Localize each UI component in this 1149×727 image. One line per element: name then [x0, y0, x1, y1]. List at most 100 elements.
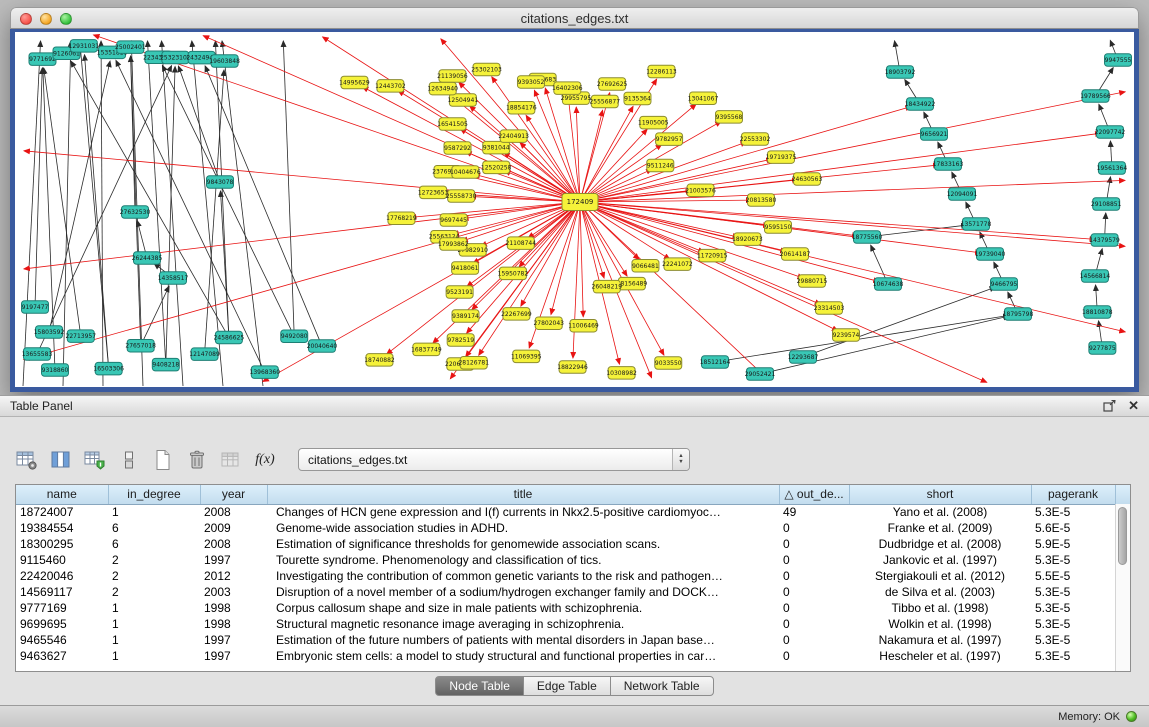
row-options-button[interactable] [114, 446, 144, 473]
column-header-name[interactable]: name [16, 485, 108, 504]
graph-node[interactable]: 9239574 [833, 329, 860, 342]
graph-node[interactable]: 11905005 [638, 116, 669, 129]
graph-node[interactable]: 14566814 [1080, 270, 1111, 283]
cell-year[interactable]: 1997 [200, 552, 267, 568]
graph-node[interactable]: 27632530 [120, 206, 151, 219]
graph-node[interactable]: 172409 [562, 194, 598, 211]
cell-out_degree[interactable]: 0 [779, 520, 849, 536]
table-row[interactable]: 977716911998Corpus callosum shape and si… [16, 600, 1130, 616]
graph-node[interactable]: 9395568 [716, 111, 743, 124]
cell-short[interactable]: Jankovic et al. (1997) [849, 552, 1031, 568]
cell-year[interactable]: 2012 [200, 568, 267, 584]
graph-node[interactable]: 9947555 [1105, 54, 1132, 67]
cell-year[interactable]: 2008 [200, 536, 267, 552]
close-button[interactable] [20, 13, 32, 25]
cell-pagerank[interactable]: 5.9E-5 [1031, 536, 1115, 552]
cell-pagerank[interactable]: 5.3E-5 [1031, 632, 1115, 648]
graph-node[interactable]: 18740882 [364, 354, 395, 367]
graph-node[interactable]: 15950782 [498, 267, 529, 280]
table-row[interactable]: 1938455462009Genome-wide association stu… [16, 520, 1130, 536]
cell-title[interactable]: Disruption of a novel member of a sodium… [267, 584, 779, 600]
graph-node[interactable]: 25002401 [115, 41, 146, 54]
minimize-button[interactable] [40, 13, 52, 25]
graph-node[interactable]: 17768219 [386, 212, 417, 225]
tab-node-table[interactable]: Node Table [435, 676, 524, 696]
cell-pagerank[interactable]: 5.3E-5 [1031, 600, 1115, 616]
cell-year[interactable]: 2003 [200, 584, 267, 600]
graph-node[interactable]: 9135364 [624, 92, 651, 105]
graph-node[interactable]: 9389174 [452, 310, 479, 323]
cell-in_degree[interactable]: 6 [108, 536, 200, 552]
graph-node[interactable]: 18795798 [1003, 308, 1034, 321]
graph-node[interactable]: 18434922 [905, 98, 936, 111]
tab-edge-table[interactable]: Edge Table [523, 676, 611, 696]
cell-name[interactable]: 18724007 [16, 504, 108, 520]
cell-in_degree[interactable]: 1 [108, 632, 200, 648]
graph-node[interactable]: 13571778 [961, 218, 992, 231]
cell-short[interactable]: Wolkin et al. (1998) [849, 616, 1031, 632]
column-header-pagerank[interactable]: pagerank [1031, 485, 1115, 504]
graph-node[interactable]: 9782519 [447, 334, 474, 347]
cell-year[interactable]: 1998 [200, 600, 267, 616]
cell-title[interactable]: Tourette syndrome. Phenomenology and cla… [267, 552, 779, 568]
graph-node[interactable]: 13655583 [22, 348, 53, 361]
graph-node[interactable]: 28126781 [458, 356, 489, 369]
column-header-out_degree[interactable]: △ out_de... [779, 485, 849, 504]
cell-in_degree[interactable]: 2 [108, 552, 200, 568]
graph-node[interactable]: 13041067 [688, 92, 719, 105]
graph-node[interactable]: 9033550 [655, 357, 682, 370]
graph-node[interactable]: 22241072 [662, 258, 693, 271]
table-row[interactable]: 911546021997Tourette syndrome. Phenomeno… [16, 552, 1130, 568]
graph-node[interactable]: 12634940 [427, 82, 458, 95]
graph-node[interactable]: 9393052 [517, 76, 544, 89]
cell-pagerank[interactable]: 5.5E-5 [1031, 568, 1115, 584]
graph-node[interactable]: 9587292 [444, 142, 471, 155]
graph-node[interactable]: 9197477 [22, 301, 49, 314]
graph-node[interactable]: 9492080 [281, 330, 308, 343]
graph-node[interactable]: 25302103 [471, 63, 502, 76]
graph-node[interactable]: 9408218 [152, 358, 179, 371]
graph-node[interactable]: 9318860 [42, 364, 69, 377]
graph-node[interactable]: 25558730 [446, 190, 477, 203]
graph-node[interactable]: 17833163 [933, 158, 964, 171]
cell-year[interactable]: 2009 [200, 520, 267, 536]
graph-node[interactable]: 16837749 [411, 343, 442, 356]
graph-node[interactable]: 12293687 [788, 351, 819, 364]
graph-node[interactable]: 11720915 [697, 249, 728, 262]
cell-year[interactable]: 2008 [200, 504, 267, 520]
network-canvas[interactable]: 9771692912606112931031153518182500240122… [10, 29, 1139, 392]
table-mode-button[interactable] [12, 446, 42, 473]
graph-node[interactable]: 22404913 [498, 130, 529, 143]
graph-node[interactable]: 12286113 [646, 65, 677, 78]
graph-node[interactable]: 9466795 [991, 278, 1018, 291]
cell-short[interactable]: Franke et al. (2009) [849, 520, 1031, 536]
graph-node[interactable]: 16402306 [552, 82, 583, 95]
table-selector[interactable]: citations_edges.txt ▲▼ [298, 448, 690, 471]
cell-name[interactable]: 18300295 [16, 536, 108, 552]
graph-node[interactable]: 18810878 [1082, 306, 1113, 319]
graph-node[interactable]: 21108744 [506, 237, 537, 250]
cell-title[interactable]: Estimation of significance thresholds fo… [267, 536, 779, 552]
graph-node[interactable]: 9843078 [207, 176, 234, 189]
graph-node[interactable]: 9782957 [656, 133, 683, 146]
table-scrollbar[interactable] [1115, 504, 1130, 671]
cell-name[interactable]: 9699695 [16, 616, 108, 632]
graph-node[interactable]: 19561364 [1097, 162, 1128, 175]
cell-pagerank[interactable]: 5.3E-5 [1031, 584, 1115, 600]
graph-node[interactable]: 12723653 [418, 186, 449, 199]
cell-name[interactable]: 9115460 [16, 552, 108, 568]
float-panel-button[interactable] [1103, 400, 1116, 412]
cell-in_degree[interactable]: 1 [108, 504, 200, 520]
cell-out_degree[interactable]: 0 [779, 600, 849, 616]
graph-node[interactable]: 18822946 [557, 361, 588, 374]
cell-in_degree[interactable]: 1 [108, 600, 200, 616]
cell-title[interactable]: Genome-wide association studies in ADHD. [267, 520, 779, 536]
graph-node[interactable]: 16503306 [93, 362, 124, 375]
graph-node[interactable]: 10404676 [450, 166, 481, 179]
graph-node[interactable]: 15803592 [34, 326, 65, 339]
show-columns-button[interactable] [46, 446, 76, 473]
graph-node[interactable]: 29052421 [745, 368, 776, 381]
graph-node[interactable]: 22713957 [66, 330, 97, 343]
cell-out_degree[interactable]: 0 [779, 584, 849, 600]
cell-pagerank[interactable]: 5.3E-5 [1031, 616, 1115, 632]
